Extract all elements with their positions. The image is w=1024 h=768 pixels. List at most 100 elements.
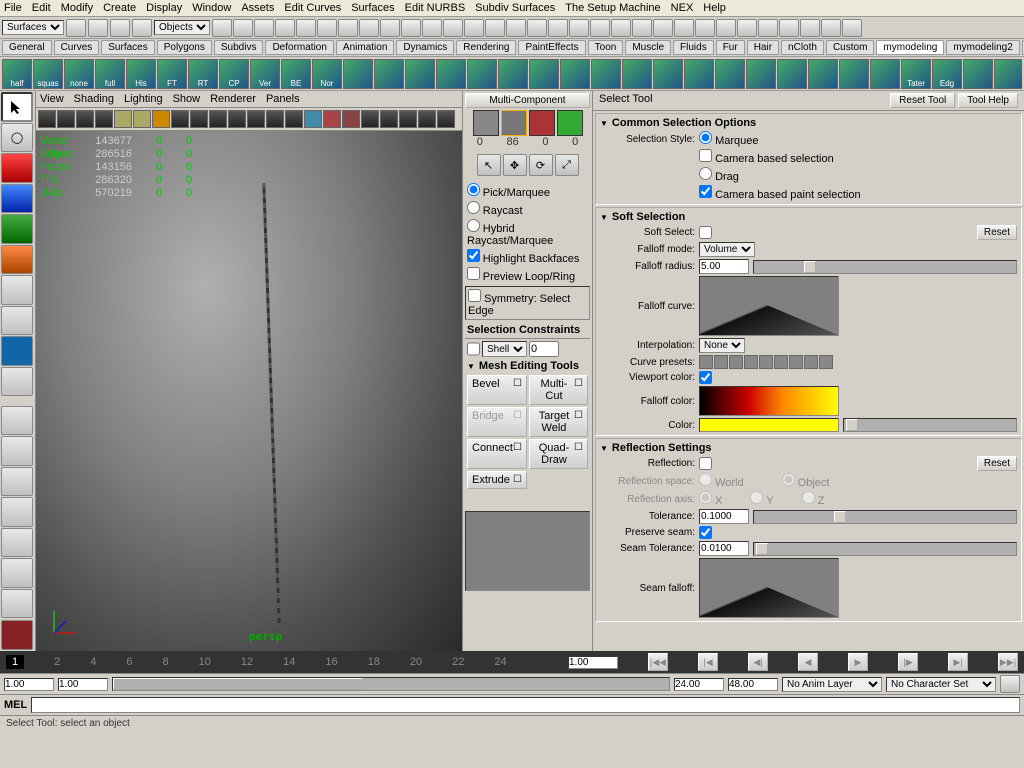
vp-icon[interactable]: [228, 110, 246, 128]
falloff-color-gradient[interactable]: [699, 386, 839, 416]
soft-reset-button[interactable]: Reset: [977, 225, 1017, 240]
preset-icon[interactable]: [729, 355, 743, 369]
shelf-tab[interactable]: nCloth: [781, 40, 824, 55]
vp-icon[interactable]: [247, 110, 265, 128]
vp-icon[interactable]: [209, 110, 227, 128]
scale-icon[interactable]: ⤢: [555, 154, 579, 176]
shelf-icon[interactable]: His: [126, 59, 156, 89]
vp-icon[interactable]: [304, 110, 322, 128]
status-icon[interactable]: [88, 19, 108, 37]
mask-icon[interactable]: [695, 19, 715, 37]
vp-menu-view[interactable]: View: [40, 93, 64, 105]
mask-icon[interactable]: [674, 19, 694, 37]
reflection-check[interactable]: [699, 457, 712, 470]
mask-icon[interactable]: [212, 19, 232, 37]
axis-x-radio[interactable]: X: [699, 491, 722, 507]
mask-icon[interactable]: [569, 19, 589, 37]
soft-sel-header[interactable]: Soft Selection: [598, 210, 1019, 224]
shelf-icon[interactable]: [653, 59, 683, 89]
vp-icon[interactable]: [285, 110, 303, 128]
vp-icon[interactable]: [95, 110, 113, 128]
prev-key-button[interactable]: ◀|: [748, 653, 768, 671]
soft-mod-tool[interactable]: [1, 306, 33, 336]
preserve-seam-check[interactable]: [699, 526, 712, 539]
bridge-button[interactable]: Bridge ☐: [467, 407, 527, 437]
shelf-tab[interactable]: Fluids: [673, 40, 714, 55]
raycast-radio[interactable]: Raycast: [465, 200, 590, 218]
constraint-check[interactable]: [467, 341, 480, 357]
mask-select[interactable]: Objects: [154, 20, 210, 35]
forward-end-button[interactable]: ▶▶|: [998, 653, 1018, 671]
connect-button[interactable]: Connect ☐: [467, 439, 527, 469]
soft-select-check[interactable]: [699, 226, 712, 239]
vp-icon[interactable]: [171, 110, 189, 128]
edge-mode-icon[interactable]: [529, 110, 555, 136]
reflection-reset-button[interactable]: Reset: [977, 456, 1017, 471]
reset-tool-button[interactable]: Reset Tool: [890, 93, 955, 108]
preset-icon[interactable]: [774, 355, 788, 369]
drag-radio[interactable]: Drag: [699, 167, 739, 183]
layout-persp[interactable]: [1, 558, 33, 588]
vp-icon[interactable]: [342, 110, 360, 128]
vp-icon[interactable]: [133, 110, 151, 128]
mask-icon[interactable]: [485, 19, 505, 37]
shelf-icon[interactable]: [405, 59, 435, 89]
shelf-tab[interactable]: Hair: [747, 40, 779, 55]
extrude-button[interactable]: Extrude ☐: [467, 471, 527, 489]
axis-z-radio[interactable]: Z: [802, 491, 825, 507]
mask-icon[interactable]: [338, 19, 358, 37]
mask-icon[interactable]: [632, 19, 652, 37]
targetweld-button[interactable]: Target Weld ☐: [529, 407, 588, 437]
play-forward-button[interactable]: ▶: [848, 653, 868, 671]
rotate-tool[interactable]: [1, 214, 33, 244]
seam-tol-slider[interactable]: [753, 542, 1017, 556]
shelf-icon[interactable]: [746, 59, 776, 89]
tolerance-slider[interactable]: [753, 510, 1017, 524]
menu-nex[interactable]: NEX: [671, 2, 694, 14]
mask-icon[interactable]: [758, 19, 778, 37]
falloff-radius-input[interactable]: [699, 259, 749, 274]
mesh-tools-title[interactable]: Mesh Editing Tools: [465, 359, 590, 373]
object-radio[interactable]: Object: [782, 473, 830, 489]
shelf-icon[interactable]: [343, 59, 373, 89]
menu-edit[interactable]: Edit: [32, 2, 51, 14]
shelf-tab[interactable]: General: [2, 40, 52, 55]
vp-menu-shading[interactable]: Shading: [74, 93, 114, 105]
vp-menu-show[interactable]: Show: [173, 93, 201, 105]
mask-icon[interactable]: [380, 19, 400, 37]
preset-icon[interactable]: [804, 355, 818, 369]
preset-icon[interactable]: [714, 355, 728, 369]
vp-icon[interactable]: [38, 110, 56, 128]
shelf-icon[interactable]: [684, 59, 714, 89]
mask-icon[interactable]: [716, 19, 736, 37]
shelf-icon[interactable]: [560, 59, 590, 89]
vp-icon[interactable]: [57, 110, 75, 128]
mask-icon[interactable]: [233, 19, 253, 37]
shelf-icon[interactable]: [994, 59, 1022, 89]
shelf-icon[interactable]: RT: [188, 59, 218, 89]
preset-icon[interactable]: [699, 355, 713, 369]
status-icon[interactable]: [110, 19, 130, 37]
preset-icon[interactable]: [789, 355, 803, 369]
mask-icon[interactable]: [611, 19, 631, 37]
vp-menu-renderer[interactable]: Renderer: [210, 93, 256, 105]
axis-y-radio[interactable]: Y: [750, 491, 773, 507]
shelf-tab[interactable]: Subdivs: [214, 40, 264, 55]
range-slider[interactable]: [112, 677, 670, 691]
vp-icon[interactable]: [418, 110, 436, 128]
mask-icon[interactable]: [464, 19, 484, 37]
common-sel-header[interactable]: Common Selection Options: [598, 116, 1019, 130]
viewport-3d[interactable]: Verts:14367700 Edges:28651600 Faces:1431…: [36, 131, 462, 651]
vp-icon[interactable]: [76, 110, 94, 128]
tweak-icon[interactable]: ↖: [477, 154, 501, 176]
constraint-select[interactable]: Shell: [482, 341, 527, 357]
select-tool[interactable]: [1, 92, 33, 122]
manip-tool[interactable]: [1, 275, 33, 305]
shelf-tab[interactable]: Curves: [54, 40, 100, 55]
layout-2v[interactable]: [1, 497, 33, 527]
menu-window[interactable]: Window: [192, 2, 231, 14]
rotate-icon[interactable]: ⟳: [529, 154, 553, 176]
seam-falloff-curve[interactable]: [699, 558, 839, 618]
vp-icon[interactable]: [114, 110, 132, 128]
falloff-radius-slider[interactable]: [753, 260, 1017, 274]
